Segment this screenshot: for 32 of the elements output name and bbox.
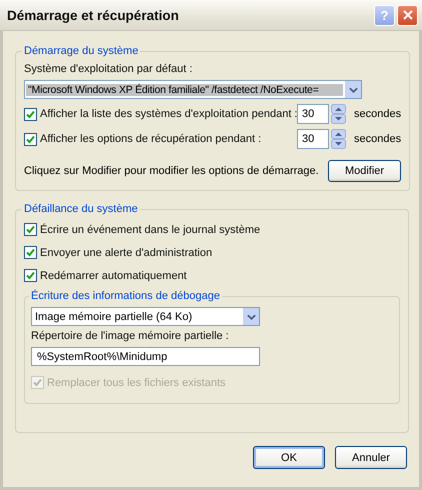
field-label: Système d'exploitation par défaut : bbox=[24, 63, 194, 75]
spinner-arrows-icon[interactable] bbox=[331, 129, 346, 149]
directory-field[interactable]: %SystemRoot%\Minidump bbox=[31, 347, 260, 366]
seconds-field[interactable]: 30 bbox=[297, 129, 329, 149]
unit-label: secondes bbox=[354, 133, 402, 145]
group-title: Défaillance du système bbox=[23, 203, 139, 215]
cancel-button[interactable]: Annuler bbox=[335, 446, 407, 469]
checkbox-label: Afficher les options de récupération pendant : bbox=[40, 133, 262, 145]
checkbox-label: Écrire un événement dans le journal système bbox=[40, 224, 260, 236]
spinner-arrows-icon[interactable] bbox=[331, 104, 346, 124]
close-icon[interactable] bbox=[402, 10, 412, 20]
group-title: Écriture des informations de débogage bbox=[30, 290, 221, 302]
field-label: Répertoire de l'image mémoire partielle : bbox=[31, 330, 230, 342]
modify-button[interactable]: Modifier bbox=[328, 160, 402, 182]
checkbox-label: Remplacer tous les fichiers existants bbox=[47, 376, 226, 388]
close-button[interactable] bbox=[397, 4, 418, 26]
hint-text: Cliquez sur Modifier pour modifier les options de démarrage. bbox=[24, 165, 319, 177]
os-dropdown[interactable]: "Microsoft Windows XP Édition familiale" /fastdetect /NoExecute= bbox=[24, 80, 362, 99]
unit-label: secondes bbox=[354, 108, 402, 120]
checkbox[interactable] bbox=[24, 246, 37, 259]
checkbox-label: Redémarrer automatiquement bbox=[40, 270, 187, 282]
checkbox[interactable] bbox=[24, 108, 37, 120]
checkbox-label: Envoyer une alerte d'administration bbox=[40, 246, 212, 258]
checkbox-label: Afficher la liste des systèmes d'exploitation pendant : bbox=[40, 108, 297, 120]
checkbox[interactable] bbox=[24, 269, 37, 282]
window-title: Démarrage et récupération bbox=[6, 8, 180, 22]
ok-button[interactable]: OK bbox=[253, 446, 325, 469]
seconds-field[interactable]: 30 bbox=[297, 104, 329, 124]
checkbox[interactable] bbox=[24, 223, 37, 236]
dump-type-dropdown[interactable]: Image mémoire partielle (64 Ko) bbox=[31, 307, 260, 326]
checkbox[interactable] bbox=[24, 132, 37, 146]
group-title: Démarrage du système bbox=[23, 45, 140, 57]
